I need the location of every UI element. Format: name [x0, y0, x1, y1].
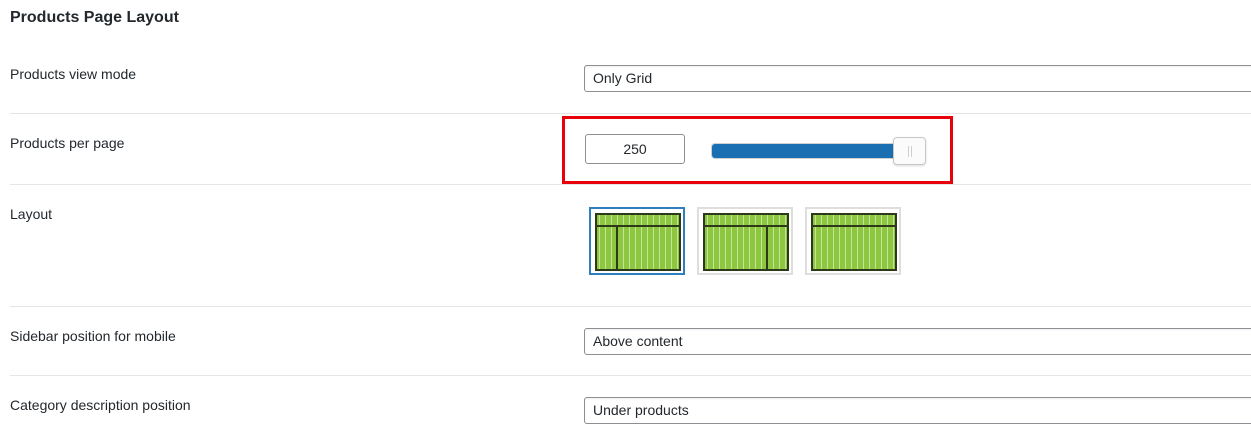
category-description-position-select[interactable]: Under products	[584, 397, 1251, 424]
no-sidebar-layout-icon	[811, 213, 897, 271]
divider	[10, 306, 1251, 307]
divider	[10, 113, 1251, 114]
products-view-mode-select[interactable]: Only Grid	[584, 65, 1251, 92]
section-title: Products Page Layout	[10, 9, 179, 26]
sidebar-position-mobile-select[interactable]: Above content	[584, 328, 1251, 355]
divider	[10, 184, 1251, 185]
sidebar-position-mobile-label: Sidebar position for mobile	[10, 328, 176, 344]
products-view-mode-label: Products view mode	[10, 66, 137, 82]
slider-fill	[712, 144, 898, 158]
left-sidebar-layout-icon	[595, 213, 681, 271]
products-per-page-slider-track[interactable]	[711, 143, 919, 159]
layout-option-no-sidebar[interactable]	[805, 207, 901, 275]
grip-icon	[908, 146, 912, 157]
layout-option-left-sidebar[interactable]	[589, 207, 685, 275]
layout-option-right-sidebar[interactable]	[697, 207, 793, 275]
layout-label: Layout	[10, 206, 53, 222]
category-description-position-label: Category description position	[10, 397, 191, 413]
right-sidebar-layout-icon	[703, 213, 789, 271]
slider-handle[interactable]	[893, 137, 926, 165]
products-per-page-label: Products per page	[10, 135, 125, 151]
divider	[10, 375, 1251, 376]
products-per-page-input[interactable]: 250	[585, 134, 685, 164]
